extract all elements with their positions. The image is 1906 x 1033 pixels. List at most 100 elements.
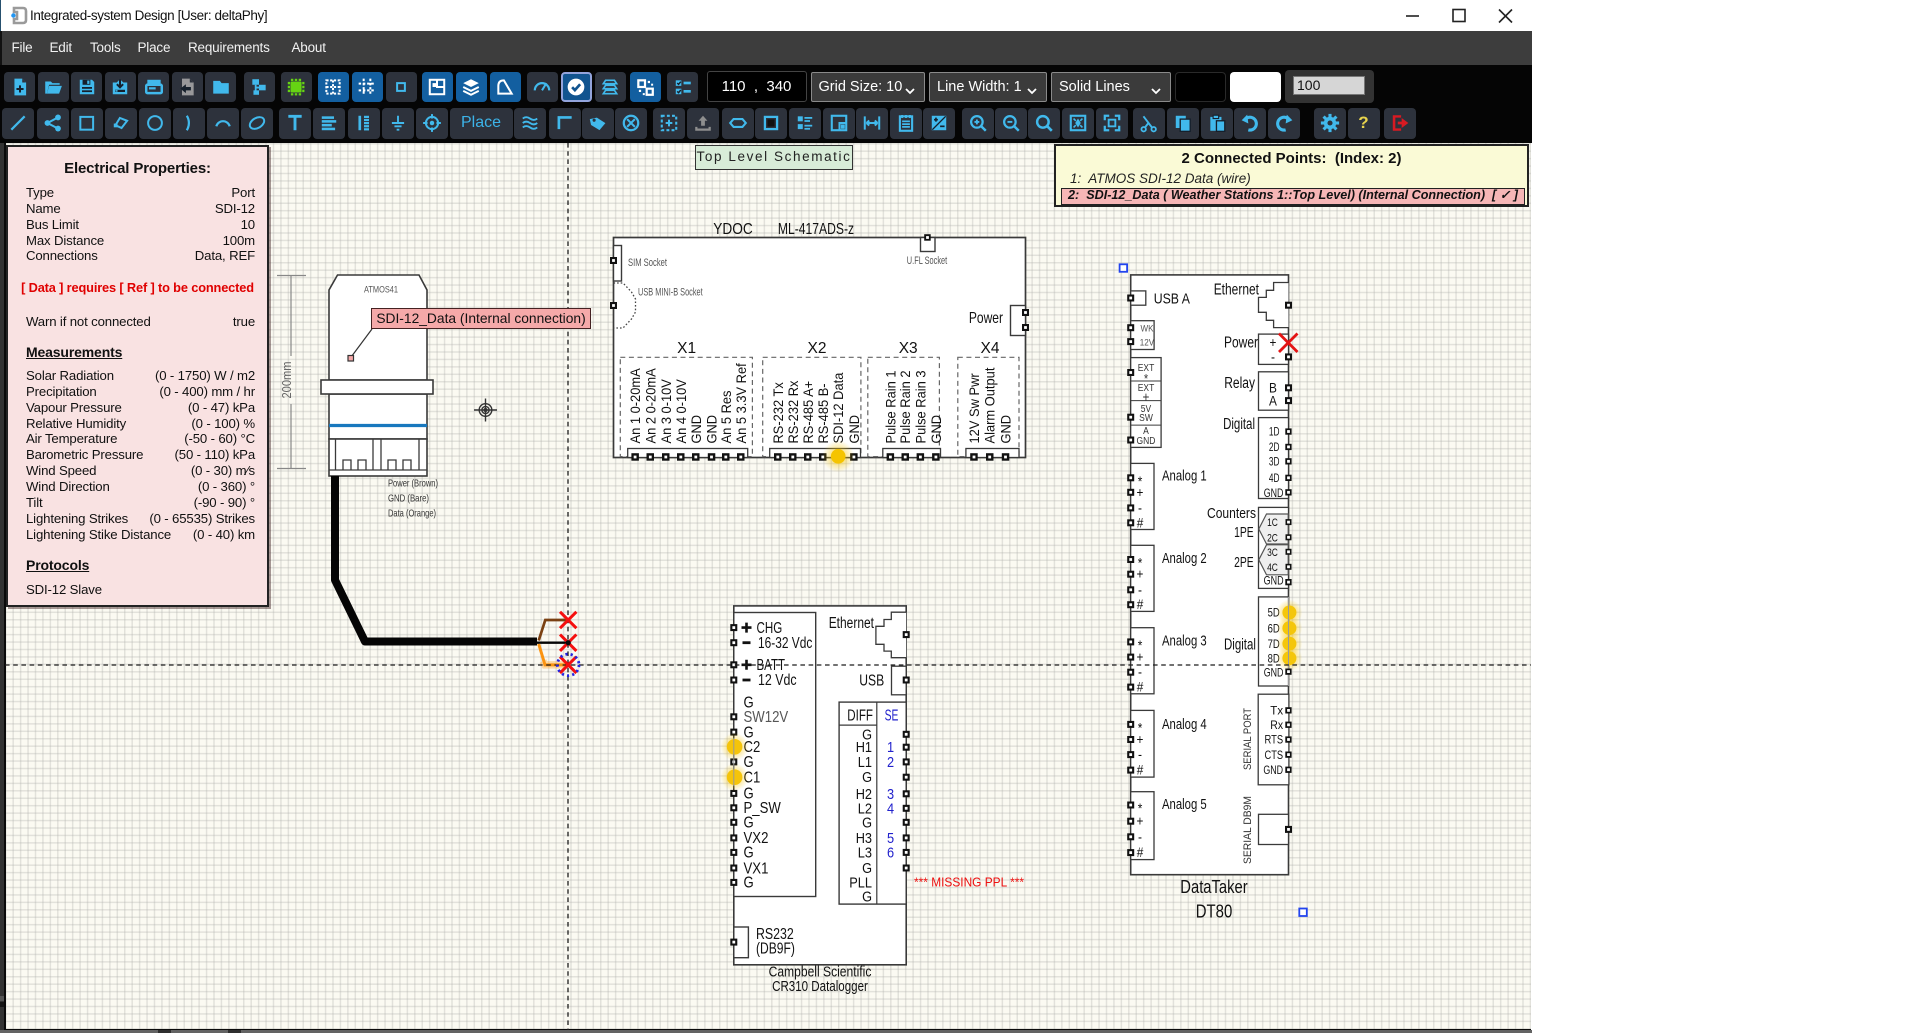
svg-text:6: 6 — [887, 844, 894, 861]
svg-text:Relay: Relay — [1224, 375, 1255, 392]
svg-text:G: G — [862, 889, 872, 906]
svg-text:GND: GND — [1137, 436, 1156, 447]
svg-text:Power: Power — [1224, 335, 1258, 352]
svg-text:G: G — [744, 815, 754, 832]
svg-text:ATMOS41: ATMOS41 — [364, 285, 398, 296]
svg-text:CR310 Datalogger: CR310 Datalogger — [772, 978, 868, 995]
svg-text:ML-417ADS-z: ML-417ADS-z — [778, 221, 854, 238]
svg-text:RTS: RTS — [1265, 735, 1284, 747]
svg-text:16-32 Vdc: 16-32 Vdc — [758, 635, 812, 652]
svg-text:Analog 1: Analog 1 — [1162, 468, 1207, 485]
svg-text:-: - — [1138, 664, 1142, 680]
svg-text:YDOC: YDOC — [713, 221, 753, 238]
svg-text:DataTaker: DataTaker — [1180, 877, 1247, 897]
svg-text:1PE: 1PE — [1234, 525, 1254, 541]
svg-text:12 Vdc: 12 Vdc — [758, 672, 797, 689]
svg-text:Ethernet: Ethernet — [829, 615, 875, 632]
svg-text:+: + — [1137, 649, 1144, 665]
svg-text:SE: SE — [885, 708, 899, 725]
svg-text:2C: 2C — [1267, 532, 1278, 544]
svg-text:An 5 Res: An 5 Res — [718, 391, 734, 444]
svg-text:Power: Power — [969, 310, 1004, 327]
svg-text:2PE: 2PE — [1234, 555, 1254, 571]
svg-text:Analog 5: Analog 5 — [1162, 796, 1207, 813]
svg-text:+: + — [1137, 813, 1144, 829]
svg-text:2D: 2D — [1269, 442, 1280, 454]
svg-text:U.FL Socket: U.FL Socket — [907, 255, 947, 267]
svg-text:4: 4 — [887, 800, 894, 817]
svg-text:X3: X3 — [899, 340, 918, 357]
svg-text:DIFF: DIFF — [847, 708, 873, 725]
svg-text:Pulse Rain 1: Pulse Rain 1 — [882, 370, 898, 443]
svg-text:1C: 1C — [1267, 517, 1278, 529]
svg-text:Digital: Digital — [1223, 416, 1255, 433]
svg-text:CTS: CTS — [1265, 750, 1284, 762]
svg-text:G: G — [862, 769, 872, 786]
svg-text:USB: USB — [859, 673, 884, 690]
svg-text:GND: GND — [928, 415, 944, 444]
svg-text:12V Sw Pwr: 12V Sw Pwr — [966, 373, 982, 444]
svg-text:+: + — [1143, 389, 1150, 405]
svg-text:Analog 2: Analog 2 — [1162, 550, 1207, 567]
svg-text:+: + — [1137, 731, 1144, 747]
svg-text:GND: GND — [1264, 573, 1284, 587]
svg-text:#: # — [1137, 596, 1144, 612]
svg-text:SERIAL DB9M: SERIAL DB9M — [1242, 796, 1254, 864]
svg-text:SW: SW — [1139, 413, 1153, 424]
svg-text:An 1 0-20mA: An 1 0-20mA — [627, 368, 643, 444]
svg-text:Power (Brown): Power (Brown) — [388, 478, 438, 490]
svg-text:Ethernet: Ethernet — [1214, 282, 1260, 299]
svg-text:GND: GND — [688, 415, 704, 444]
svg-text:RS-232 Rx: RS-232 Rx — [785, 381, 801, 444]
svg-text:USB MINI-B Socket: USB MINI-B Socket — [638, 287, 703, 299]
svg-text:+: + — [1137, 566, 1144, 582]
svg-text:G: G — [744, 875, 754, 892]
svg-text:RS-485 B-: RS-485 B- — [815, 383, 831, 443]
svg-text:RS-485 A+: RS-485 A+ — [800, 381, 816, 444]
svg-text:An 4 0-10V: An 4 0-10V — [673, 379, 689, 444]
svg-text:4D: 4D — [1269, 473, 1280, 485]
svg-text:G: G — [862, 814, 872, 831]
svg-text:12V: 12V — [1140, 338, 1155, 349]
svg-text:#: # — [1137, 762, 1144, 778]
svg-text:A: A — [1269, 393, 1277, 409]
svg-text:L3: L3 — [858, 844, 872, 861]
svg-text:#: # — [1137, 514, 1144, 530]
svg-text:DT80: DT80 — [1196, 902, 1233, 922]
svg-text:(DB9F): (DB9F) — [756, 941, 795, 958]
svg-text:*** MISSING PPL ***: *** MISSING PPL *** — [914, 876, 1024, 890]
svg-text:SERIAL PORT: SERIAL PORT — [1242, 708, 1254, 770]
svg-text:-: - — [1138, 581, 1142, 597]
svg-text:An 5 3.3V Ref: An 5 3.3V Ref — [733, 363, 749, 443]
svg-text:Alarm Output: Alarm Output — [982, 368, 998, 444]
svg-text:An 3 0-10V: An 3 0-10V — [658, 379, 674, 444]
svg-text:#: # — [1137, 844, 1144, 860]
svg-text:Counters: Counters — [1207, 506, 1256, 522]
svg-text:GND: GND — [846, 415, 862, 444]
svg-text:200mm: 200mm — [279, 362, 294, 399]
svg-text:-: - — [1138, 828, 1142, 844]
svg-text:GND: GND — [1263, 765, 1283, 777]
svg-text:Tx: Tx — [1270, 706, 1283, 718]
svg-text:3D: 3D — [1269, 457, 1280, 469]
svg-text:SDI-12 Data: SDI-12 Data — [830, 372, 846, 443]
svg-text:X1: X1 — [677, 340, 696, 357]
svg-text:+: + — [1137, 484, 1144, 500]
svg-text:-: - — [1138, 746, 1142, 762]
svg-text:Analog 4: Analog 4 — [1162, 716, 1207, 733]
svg-text:GND: GND — [998, 415, 1014, 444]
svg-text:Data (Orange): Data (Orange) — [388, 508, 436, 520]
svg-text:WK: WK — [1141, 324, 1155, 335]
svg-text:3C: 3C — [1267, 547, 1278, 559]
svg-text:An 2 0-20mA: An 2 0-20mA — [642, 368, 658, 444]
svg-text:GND: GND — [1264, 486, 1284, 500]
svg-text:Pulse Rain 3: Pulse Rain 3 — [912, 370, 928, 443]
svg-text:Analog 3: Analog 3 — [1162, 632, 1207, 649]
svg-text:G: G — [744, 845, 754, 862]
svg-text:RS-232 Tx: RS-232 Tx — [770, 382, 786, 443]
svg-text:SIM Socket: SIM Socket — [628, 257, 667, 269]
svg-text:Pulse Rain 2: Pulse Rain 2 — [897, 370, 913, 443]
svg-text:USB A: USB A — [1154, 291, 1190, 308]
svg-text:2: 2 — [887, 754, 894, 771]
svg-text:X2: X2 — [808, 340, 827, 357]
